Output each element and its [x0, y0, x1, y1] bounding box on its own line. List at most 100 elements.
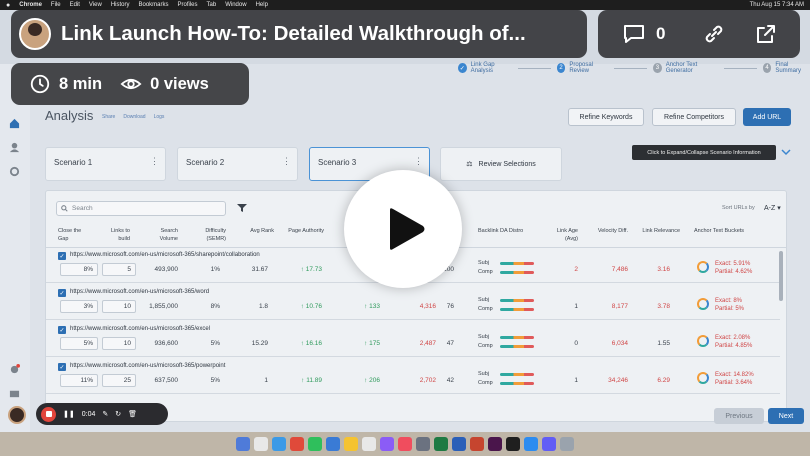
metric-cell: 42 — [446, 377, 454, 384]
row-checkbox[interactable]: ✓ — [58, 289, 66, 297]
safari-icon[interactable] — [272, 437, 286, 451]
messages-icon[interactable] — [308, 437, 322, 451]
header-search-volume: Search Volume — [159, 228, 178, 242]
links-input[interactable]: 25 — [102, 374, 136, 387]
gap-input[interactable]: 3% — [60, 300, 98, 313]
refine-competitors-button[interactable]: Refine Competitors — [652, 108, 736, 126]
header-backlink-distro: Backlink DA Distro — [478, 228, 524, 234]
more-vertical-icon[interactable]: ⋮ — [414, 156, 423, 167]
notification-icon[interactable] — [9, 362, 20, 374]
restart-icon[interactable]: ↻ — [115, 410, 121, 418]
camera-bubble[interactable] — [8, 406, 26, 424]
share-link[interactable]: Share — [102, 114, 115, 120]
chrome-icon[interactable] — [290, 437, 304, 451]
anchor-ring-icon — [697, 261, 709, 273]
table-row[interactable]: ✓ https://www.microsoft.com/en-us/micros… — [46, 358, 780, 394]
comment-icon[interactable] — [622, 22, 646, 46]
notes-icon[interactable] — [344, 437, 358, 451]
links-input[interactable]: 10 — [102, 300, 136, 313]
calendar-icon[interactable] — [362, 437, 376, 451]
gap-input[interactable]: 8% — [60, 263, 98, 276]
loom-icon[interactable] — [542, 437, 556, 451]
links-input[interactable]: 10 — [102, 337, 136, 350]
review-selections-label: Review Selections — [478, 160, 536, 168]
draw-icon[interactable]: ✎ — [102, 410, 108, 418]
step-label: Anchor Text Generator — [665, 62, 698, 74]
trash-app-icon[interactable] — [560, 437, 574, 451]
previous-button[interactable]: Previous — [714, 408, 764, 424]
zoom-icon[interactable] — [524, 437, 538, 451]
gap-input[interactable]: 11% — [60, 374, 98, 387]
download-link[interactable]: Download — [123, 114, 145, 120]
step-link-gap-analysis[interactable]: ✓ Link Gap Analysis — [458, 62, 512, 74]
mail-icon[interactable] — [9, 386, 20, 398]
row-url[interactable]: https://www.microsoft.com/en-us/microsof… — [70, 252, 260, 258]
refine-keywords-button[interactable]: Refine Keywords — [568, 108, 644, 126]
table-row[interactable]: ✓ https://www.microsoft.com/en-us/micros… — [46, 321, 780, 357]
step-proposal-review[interactable]: 2 Proposal Review — [556, 62, 608, 74]
links-input[interactable]: 5 — [102, 263, 136, 276]
terminal-icon[interactable] — [506, 437, 520, 451]
slack-icon[interactable] — [488, 437, 502, 451]
scenario-card-2[interactable]: Scenario 2 ⋮ — [177, 147, 298, 181]
scenario-card-1[interactable]: Scenario 1 ⋮ — [45, 147, 166, 181]
music-icon[interactable] — [398, 437, 412, 451]
external-link-icon[interactable] — [754, 22, 778, 46]
row-url[interactable]: https://www.microsoft.com/en-us/microsof… — [70, 326, 210, 332]
search-volume-cell: 493,900 — [154, 266, 179, 273]
gear-icon[interactable] — [9, 164, 20, 177]
page-authority-cell: ↑ 10.76 — [300, 303, 322, 310]
step-final-summary[interactable]: 4 Final Summary — [762, 62, 810, 74]
powerpoint-icon[interactable] — [470, 437, 484, 451]
row-url[interactable]: https://www.microsoft.com/en-us/microsof… — [70, 289, 209, 295]
trash-icon[interactable]: 🗑 — [128, 410, 137, 418]
user-icon[interactable] — [9, 140, 20, 153]
apple-icon[interactable]: ● — [6, 2, 10, 9]
app-icon[interactable] — [380, 437, 394, 451]
more-vertical-icon[interactable]: ⋮ — [282, 156, 291, 167]
menu-help[interactable]: Help — [256, 2, 268, 8]
add-url-button[interactable]: Add URL — [743, 108, 791, 126]
filter-icon[interactable] — [237, 203, 247, 213]
avg-rank-cell: 15.29 — [251, 340, 268, 347]
menu-tab[interactable]: Tab — [207, 2, 217, 8]
menu-bookmarks[interactable]: Bookmarks — [139, 2, 169, 8]
menu-app-name[interactable]: Chrome — [19, 2, 42, 8]
metric-cell: 76 — [446, 303, 454, 310]
play-button[interactable] — [344, 170, 462, 288]
link-icon[interactable] — [702, 22, 726, 46]
launchpad-icon[interactable] — [254, 437, 268, 451]
finder-icon[interactable] — [236, 437, 250, 451]
table-row[interactable]: ✓ https://www.microsoft.com/en-us/micros… — [46, 284, 780, 320]
settings-app-icon[interactable] — [416, 437, 430, 451]
word-icon[interactable] — [452, 437, 466, 451]
chevron-down-icon[interactable] — [781, 147, 791, 157]
menu-view[interactable]: View — [89, 2, 102, 8]
row-checkbox[interactable]: ✓ — [58, 252, 66, 260]
menu-history[interactable]: History — [111, 2, 130, 8]
row-checkbox[interactable]: ✓ — [58, 326, 66, 334]
menu-file[interactable]: File — [51, 2, 61, 8]
review-selections-button[interactable]: ⚖ Review Selections — [440, 147, 562, 181]
menu-edit[interactable]: Edit — [70, 2, 80, 8]
home-icon[interactable] — [9, 116, 20, 129]
pause-icon[interactable]: ❚❚ — [63, 410, 75, 418]
more-vertical-icon[interactable]: ⋮ — [150, 156, 159, 167]
step-number: ✓ — [458, 63, 467, 73]
menu-window[interactable]: Window — [225, 2, 246, 8]
comp-distro-bar — [500, 345, 534, 348]
step-anchor-text-generator[interactable]: 3 Anchor Text Generator — [653, 62, 718, 74]
gap-input[interactable]: 5% — [60, 337, 98, 350]
page-title: Analysis — [45, 108, 94, 123]
row-url[interactable]: https://www.microsoft.com/en-us/microsof… — [70, 363, 225, 369]
menu-profiles[interactable]: Profiles — [178, 2, 198, 8]
table-scrollbar[interactable] — [779, 251, 783, 301]
sort-select[interactable]: A-Z ▾ — [764, 204, 781, 212]
excel-icon[interactable] — [434, 437, 448, 451]
stop-record-icon[interactable] — [41, 406, 56, 422]
row-checkbox[interactable]: ✓ — [58, 363, 66, 371]
next-button[interactable]: Next — [768, 408, 804, 424]
search-input[interactable]: Search — [56, 201, 226, 216]
logs-link[interactable]: Logs — [154, 114, 165, 120]
mail-app-icon[interactable] — [326, 437, 340, 451]
